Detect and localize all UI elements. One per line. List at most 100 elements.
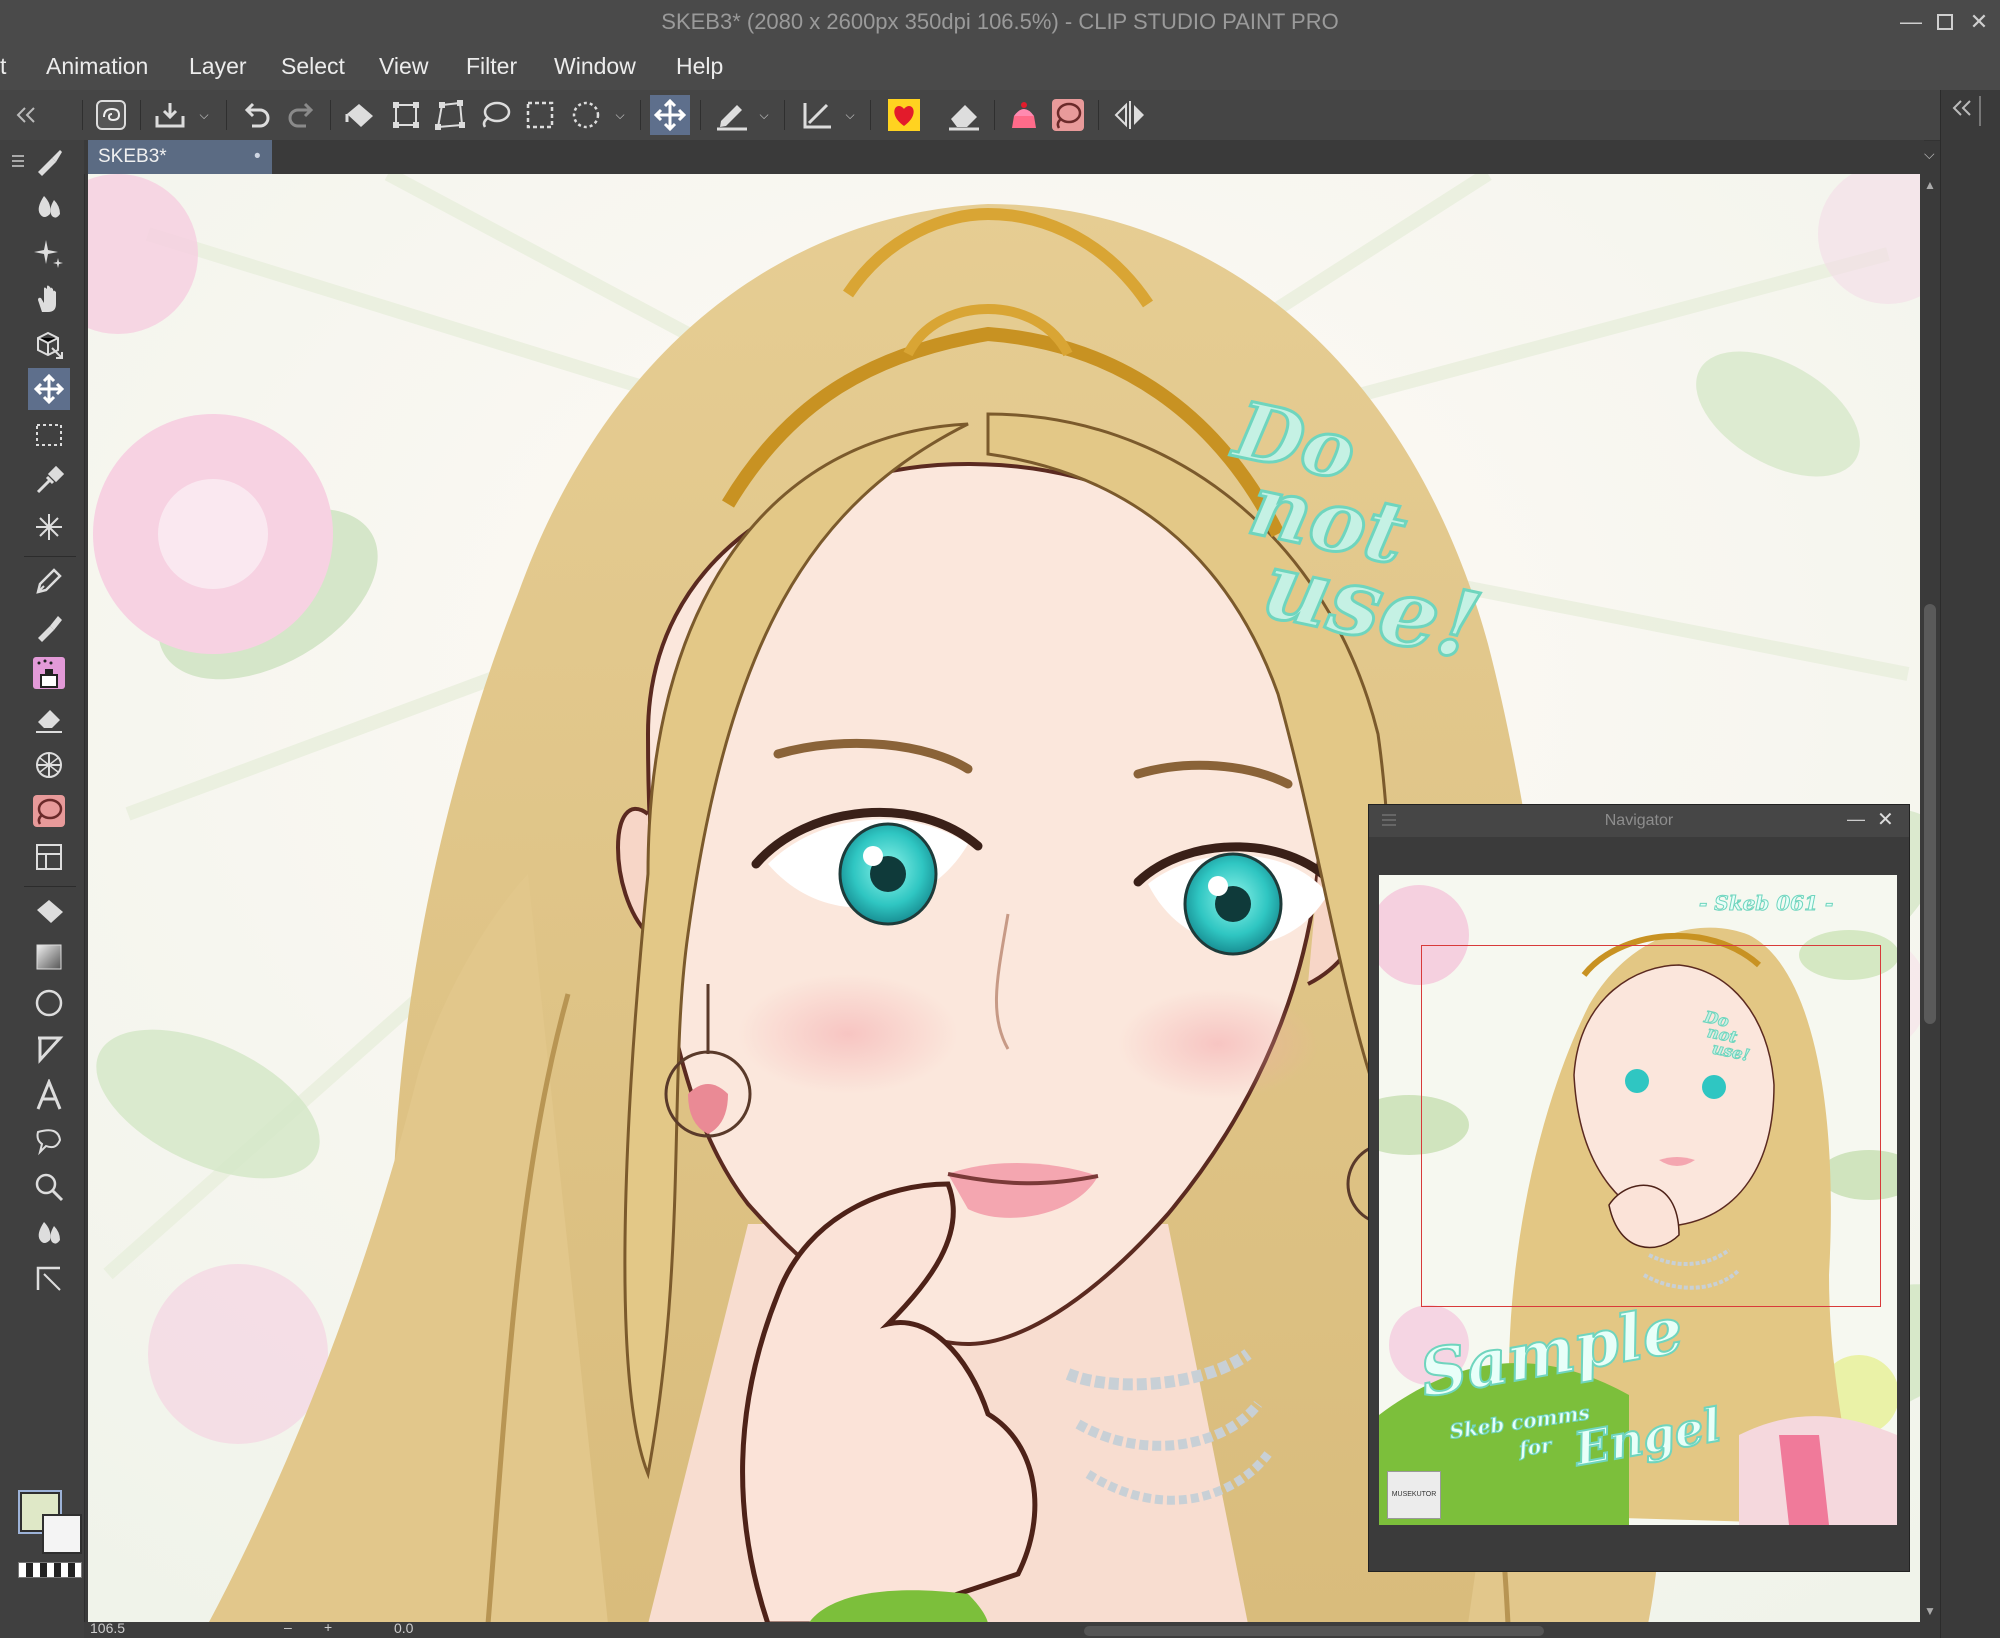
polyline-icon[interactable] bbox=[28, 1028, 70, 1070]
sparkle-icon[interactable] bbox=[28, 232, 70, 274]
chevron-down-icon[interactable]: ⌵ bbox=[756, 95, 772, 135]
menu-item-select[interactable]: Select bbox=[281, 53, 345, 80]
transform-icon[interactable] bbox=[386, 95, 426, 135]
menu-bar: t Animation Layer Select View Filter Win… bbox=[0, 44, 2000, 90]
toolbar-divider bbox=[784, 100, 785, 130]
menu-item-view[interactable]: View bbox=[379, 53, 428, 80]
status-bar: 106.5 – + 0.0 bbox=[84, 1619, 1920, 1638]
lasso-fill-icon[interactable] bbox=[28, 790, 70, 832]
menu-item-animation[interactable]: Animation bbox=[46, 53, 148, 80]
collapse-right-icon[interactable] bbox=[1951, 98, 1973, 123]
navigator-title-bar[interactable]: Navigator — ✕ bbox=[1369, 805, 1909, 837]
lasso-icon[interactable] bbox=[475, 95, 515, 135]
scroll-down-icon[interactable]: ▼ bbox=[1924, 1604, 1936, 1618]
ruler-icon[interactable] bbox=[28, 1258, 70, 1300]
command-bar: ⌵ ⌵ ⌵ ⌵ bbox=[0, 90, 2000, 141]
thumbnail-logo: MUSEKUTOR bbox=[1387, 1471, 1441, 1519]
palette-menu-icon[interactable] bbox=[6, 140, 30, 182]
toolbar-divider bbox=[330, 100, 331, 130]
minimize-panel-icon[interactable]: — bbox=[1847, 809, 1865, 830]
eraser-icon[interactable] bbox=[28, 698, 70, 740]
move-icon[interactable] bbox=[650, 95, 690, 135]
close-icon[interactable]: ✕ bbox=[1962, 6, 1996, 38]
gradient-icon[interactable] bbox=[28, 936, 70, 978]
navigator-title: Navigator bbox=[1604, 812, 1674, 829]
scroll-up-icon[interactable]: ▲ bbox=[1924, 178, 1936, 192]
canvas-vertical-scrollbar[interactable]: ▲ ▼ bbox=[1920, 174, 1940, 1624]
zoom-value[interactable]: 106.5 bbox=[90, 1620, 125, 1636]
document-tab-label: SKEB3* bbox=[98, 146, 167, 167]
frame-icon[interactable] bbox=[28, 836, 70, 878]
bucket-icon[interactable] bbox=[28, 890, 70, 932]
tool-palette bbox=[0, 140, 85, 1638]
menu-item-help[interactable]: Help bbox=[676, 53, 723, 80]
toolbar-divider bbox=[870, 100, 871, 130]
document-tab-bar: SKEB3* • ⌵ bbox=[84, 140, 1935, 174]
ruler-icon[interactable] bbox=[798, 95, 838, 135]
collapse-left-icon[interactable] bbox=[6, 95, 46, 135]
dock-grip[interactable] bbox=[1979, 96, 1981, 126]
sub-color-swatch[interactable] bbox=[42, 1514, 82, 1554]
ellipse-icon[interactable] bbox=[28, 982, 70, 1024]
tool-divider bbox=[24, 556, 76, 557]
zoom-out-icon[interactable]: – bbox=[284, 1619, 292, 1635]
modified-indicator: • bbox=[254, 146, 261, 167]
undo-icon[interactable] bbox=[236, 95, 276, 135]
airbrush-icon[interactable] bbox=[28, 652, 70, 694]
auto-select-icon[interactable] bbox=[28, 506, 70, 548]
menu-item-layer[interactable]: Layer bbox=[189, 53, 247, 80]
text-icon[interactable] bbox=[28, 1074, 70, 1116]
menu-item-window[interactable]: Window bbox=[554, 53, 636, 80]
scrollbar-thumb[interactable] bbox=[1924, 604, 1936, 1024]
brush-icon[interactable] bbox=[28, 140, 70, 182]
chevron-down-icon[interactable]: ⌵ bbox=[612, 95, 628, 135]
toolbar-divider bbox=[226, 100, 227, 130]
close-panel-icon[interactable]: ✕ bbox=[1877, 807, 1894, 832]
clip-studio-logo-icon[interactable] bbox=[91, 95, 131, 135]
decoration-icon[interactable] bbox=[28, 744, 70, 786]
fill-icon[interactable] bbox=[340, 95, 380, 135]
zoom-icon[interactable] bbox=[28, 1166, 70, 1208]
right-dock bbox=[1940, 90, 2000, 1638]
toolbar-divider bbox=[82, 100, 83, 130]
tool-divider bbox=[24, 886, 76, 887]
navigator-view-frame[interactable] bbox=[1421, 945, 1881, 1307]
move-layer-icon[interactable] bbox=[28, 368, 70, 410]
minimize-icon[interactable]: — bbox=[1894, 6, 1928, 38]
heart-icon[interactable] bbox=[884, 95, 924, 135]
chevron-down-icon[interactable]: ⌵ bbox=[196, 95, 212, 135]
navigator-preview[interactable]: - Skeb 061 - Do not use! Sample Skeb com… bbox=[1379, 875, 1897, 1525]
flip-horizontal-icon[interactable] bbox=[1110, 95, 1150, 135]
blend-icon[interactable] bbox=[28, 186, 70, 228]
pen-icon[interactable] bbox=[28, 560, 70, 602]
cake-icon[interactable] bbox=[1004, 95, 1044, 135]
title-bar: SKEB3* (2080 x 2600px 350dpi 106.5%) - C… bbox=[0, 0, 2000, 44]
selection-rect-icon[interactable] bbox=[28, 414, 70, 456]
chevron-down-icon[interactable]: ⌵ bbox=[842, 95, 858, 135]
transparent-color-swatch[interactable] bbox=[18, 1562, 82, 1578]
blend-tool-icon[interactable] bbox=[28, 1212, 70, 1254]
marker-icon[interactable] bbox=[28, 606, 70, 648]
rotation-value[interactable]: 0.0 bbox=[394, 1620, 413, 1636]
menu-item-filter[interactable]: Filter bbox=[466, 53, 517, 80]
horizontal-scrollbar-thumb[interactable] bbox=[1084, 1626, 1544, 1636]
menu-item-story[interactable]: t bbox=[0, 53, 6, 80]
navigator-panel: Navigator — ✕ - Skeb 061 - Do not use! S… bbox=[1368, 804, 1910, 1572]
save-icon[interactable] bbox=[150, 95, 190, 135]
tab-overflow-chevron-icon[interactable]: ⌵ bbox=[1924, 146, 1935, 163]
zoom-in-icon[interactable]: + bbox=[324, 1619, 332, 1635]
maximize-icon[interactable] bbox=[1928, 6, 1962, 38]
3d-view-icon[interactable] bbox=[28, 324, 70, 366]
magic-wand-icon[interactable] bbox=[566, 95, 606, 135]
window-title: SKEB3* (2080 x 2600px 350dpi 106.5%) - C… bbox=[661, 9, 1339, 34]
eraser-icon[interactable] bbox=[944, 95, 984, 135]
hand-icon[interactable] bbox=[28, 278, 70, 320]
pen-icon[interactable] bbox=[712, 95, 752, 135]
balloon-icon[interactable] bbox=[28, 1120, 70, 1162]
rect-select-icon[interactable] bbox=[520, 95, 560, 135]
free-transform-icon[interactable] bbox=[430, 95, 470, 135]
lasso-fill-icon[interactable] bbox=[1048, 95, 1088, 135]
redo-icon[interactable] bbox=[282, 95, 322, 135]
eyedropper-icon[interactable] bbox=[28, 460, 70, 502]
document-tab[interactable]: SKEB3* • bbox=[88, 140, 272, 174]
